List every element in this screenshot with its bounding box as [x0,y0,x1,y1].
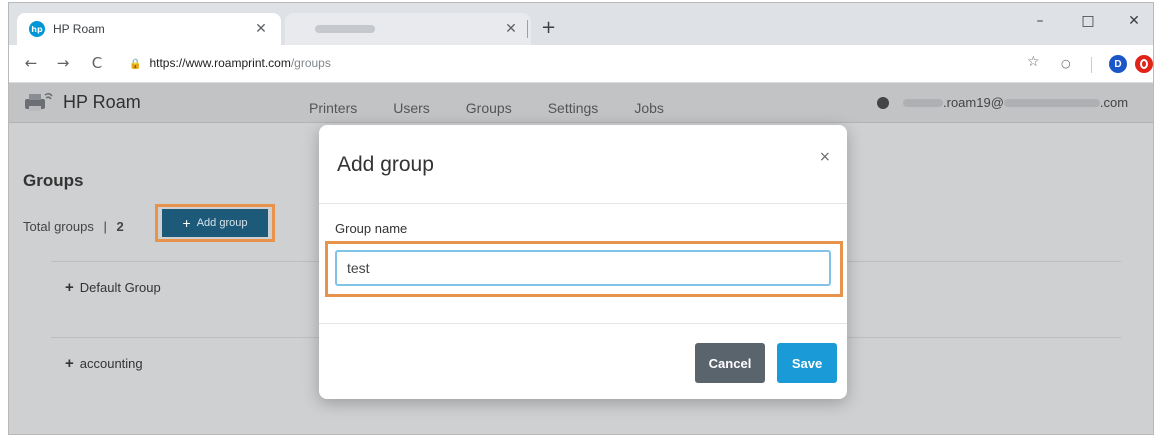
tab-blurred[interactable]: ✕ [285,13,531,45]
add-group-label: Add group [196,217,248,229]
group-item-default[interactable]: + Default Group [65,279,161,296]
user-icon [877,96,889,109]
expand-plus-icon[interactable]: + [65,355,74,372]
main-nav: Printers Users Groups Settings Jobs [309,100,700,116]
url-host: https://www.roamprint.com [149,56,291,70]
app-page: HP Roam Printers Users Groups Settings J… [9,83,1153,434]
modal-footer-divider [319,323,847,324]
tab-separator [527,20,528,38]
nav-printers[interactable]: Printers [309,100,357,116]
toolbar-divider [1091,57,1092,73]
extension-d-icon[interactable]: D [1109,55,1127,73]
extension-circle-icon[interactable]: ○ [1061,57,1071,70]
opera-extension-icon[interactable] [1135,55,1153,73]
app-header: HP Roam Printers Users Groups Settings J… [9,83,1153,123]
brand[interactable]: HP Roam [23,91,141,113]
save-button[interactable]: Save [777,343,837,383]
total-groups: Total groups | 2 [23,219,124,234]
hp-logo-icon: hp [29,21,45,37]
blurred-tab-title [315,25,375,33]
group-name: accounting [79,356,143,371]
user-account[interactable]: .roam19@ .com [877,95,1128,110]
maximize-button[interactable]: □ [1073,13,1103,29]
cancel-button[interactable]: Cancel [695,343,765,383]
new-tab-button[interactable]: + [541,17,556,38]
group-name-label: Group name [335,221,408,236]
nav-settings[interactable]: Settings [548,100,599,116]
tab-strip: hp HP Roam ✕ ✕ + – □ ✕ [9,3,1153,45]
lock-icon: 🔒 [129,59,142,70]
tab-close-icon[interactable]: ✕ [253,21,269,37]
user-email-end: .com [1099,95,1129,110]
group-name-input[interactable] [335,250,831,286]
plus-icon: + [182,215,191,231]
user-email-start: .roam19@ [943,95,1004,110]
reload-button[interactable]: C [87,54,107,72]
tab-hp-roam[interactable]: hp HP Roam ✕ [17,13,281,45]
page-title: Groups [23,171,84,190]
redacted-email-part [903,98,943,107]
total-separator: | [103,219,107,234]
group-item-accounting[interactable]: + accounting [65,355,143,372]
group-name: Default Group [79,280,161,295]
tab-close-icon[interactable]: ✕ [503,21,519,37]
close-window-button[interactable]: ✕ [1119,13,1149,29]
brand-name: HP Roam [63,91,141,112]
tab-title: HP Roam [53,22,105,36]
modal-header-divider [319,203,847,204]
add-group-highlight: + Add group [155,204,275,242]
add-group-button[interactable]: + Add group [162,209,268,237]
total-groups-label: Total groups [23,219,94,234]
minimize-button[interactable]: – [1025,13,1055,29]
redacted-email-part [1003,98,1100,107]
modal-title: Add group [337,153,434,176]
address-toolbar: ← → C 🔒 https://www.roamprint.com/groups … [9,45,1153,83]
add-group-modal: Add group × Group name Cancel Save [319,125,847,399]
address-bar[interactable]: 🔒 https://www.roamprint.com/groups [129,56,331,70]
url-path: /groups [290,56,331,70]
nav-jobs[interactable]: Jobs [634,100,664,116]
expand-plus-icon[interactable]: + [65,279,74,296]
back-button[interactable]: ← [21,54,41,72]
nav-groups[interactable]: Groups [466,100,512,116]
total-groups-count: 2 [116,219,124,234]
modal-close-icon[interactable]: × [819,149,831,165]
browser-window: hp HP Roam ✕ ✕ + – □ ✕ ← → C 🔒 https://ww… [8,2,1154,435]
forward-button[interactable]: → [53,54,73,72]
bookmark-star-icon[interactable]: ☆ [1027,54,1040,70]
nav-users[interactable]: Users [393,100,430,116]
printer-logo-icon [25,92,53,111]
